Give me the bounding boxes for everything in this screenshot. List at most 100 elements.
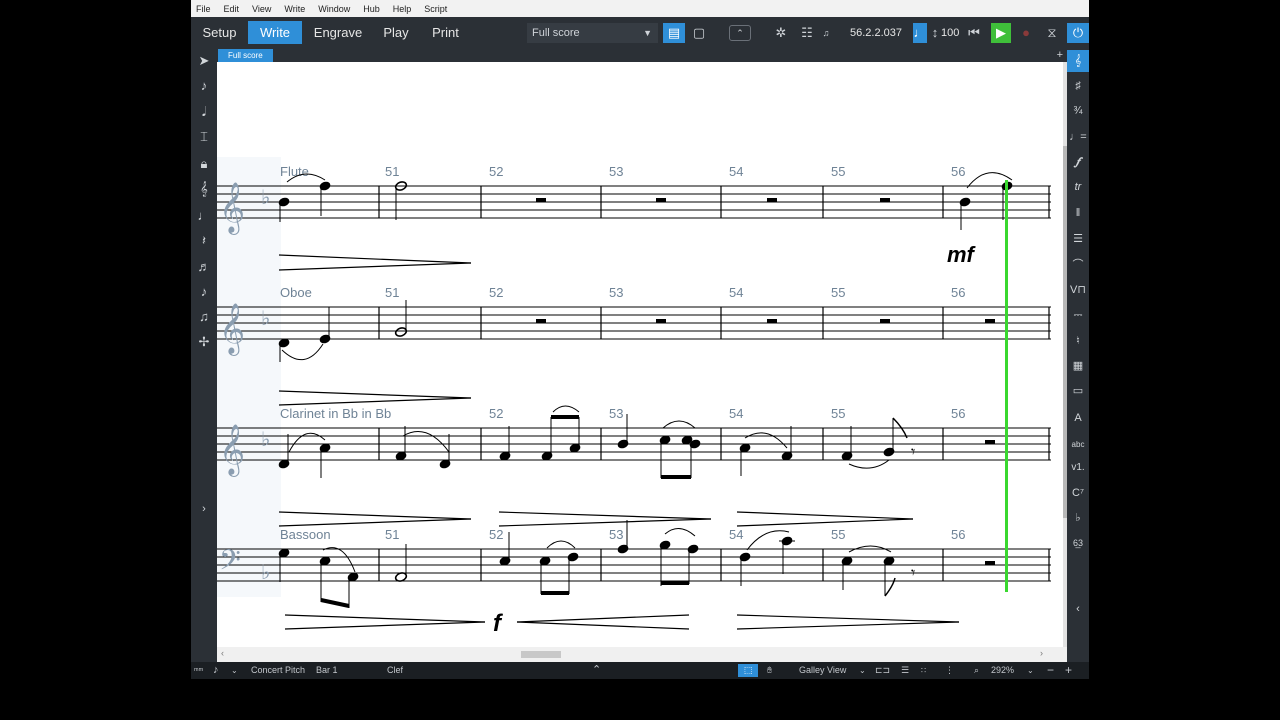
menu-file[interactable]: File [196, 4, 211, 14]
menu-script[interactable]: Script [424, 4, 447, 14]
horizontal-scrollbar[interactable]: ‹ › [217, 647, 1067, 662]
zoom-icon[interactable]: ⌕ [974, 662, 979, 679]
zoom-out-icon[interactable]: − [1047, 662, 1054, 679]
comment-icon[interactable]: ▭ [1067, 380, 1089, 402]
menu-write[interactable]: Write [284, 4, 305, 14]
midi-icon[interactable]: ♫ [819, 23, 833, 43]
power-icon[interactable]: ⏻ [1067, 23, 1089, 43]
collapse-toolbar-icon[interactable]: ⌃ [729, 25, 751, 41]
tuplet-icon[interactable]: ♬ [191, 256, 217, 278]
vertical-scroll-thumb[interactable] [1063, 146, 1067, 518]
grace-note-icon[interactable]: ♪ [191, 281, 217, 303]
zoom-value[interactable]: 292% [991, 662, 1014, 679]
tempo-value[interactable]: 100 [941, 23, 959, 43]
chevron-down-icon[interactable]: ⌄ [859, 662, 866, 679]
page-view-icon[interactable]: ▢ [689, 23, 709, 43]
layout-select[interactable]: Full score ▼ [527, 23, 658, 43]
expand-lower-zone-icon[interactable]: ⌃ [592, 662, 601, 679]
add-tab-icon[interactable]: + [1057, 48, 1063, 62]
note-icon[interactable]: ♩ [191, 205, 217, 227]
dynamic-mf[interactable]: mf [947, 242, 977, 267]
tempo-icon[interactable]: ♩= [1067, 126, 1089, 148]
scroll-left-icon[interactable]: ‹ [221, 648, 224, 658]
menu-help[interactable]: Help [393, 4, 412, 14]
collapse-panel-icon[interactable]: ‹ [1067, 598, 1089, 620]
dynamic-f[interactable]: f [493, 610, 503, 637]
menu-view[interactable]: View [252, 4, 271, 14]
key-signature-icon[interactable]: ♯ [1067, 75, 1089, 97]
vertical-scrollbar[interactable] [1063, 62, 1067, 647]
selection-tool-icon[interactable]: ⬚ [738, 664, 758, 677]
tempo-adjust-icon[interactable]: ↕ [929, 23, 941, 43]
dots-icon[interactable]: ∷ [921, 662, 926, 679]
time-signature-icon[interactable]: ¾ [1067, 100, 1089, 122]
voice-input-icon[interactable]: ♪ [191, 75, 217, 97]
caret-mode-icon[interactable]: ᵐᵐ [194, 662, 203, 679]
score-view[interactable]: 𝄞 ♭ Flute 51 52 53 54 55 56 𝄞 ♭ Oboe 51 52 53 54 55 56 𝄞 ♭ C… [217, 62, 1063, 647]
lyrics-icon[interactable]: abc [1067, 434, 1089, 456]
menu-edit[interactable]: Edit [224, 4, 240, 14]
scroll-right-icon[interactable]: › [1040, 648, 1043, 658]
fingering-icon[interactable]: ♭ [1067, 507, 1089, 529]
oboe-notes[interactable] [278, 300, 995, 406]
chevron-down-icon[interactable]: ⌄ [231, 662, 238, 679]
select-arrow-icon[interactable]: ➤ [191, 50, 217, 72]
stem-icon[interactable]: ✢ [191, 331, 217, 353]
record-icon[interactable]: ● [1017, 23, 1035, 43]
slash-icon[interactable]: ♫ [191, 306, 217, 328]
chevron-down-icon[interactable]: ⌄ [1027, 662, 1034, 679]
menu-window[interactable]: Window [318, 4, 350, 14]
ornaments-icon[interactable]: tr [1067, 176, 1089, 198]
mixer-wheel-icon[interactable]: ✲ [771, 23, 791, 43]
chord-icon[interactable]: 𝄞 [191, 178, 217, 200]
mode-engrave[interactable]: Engrave [308, 21, 368, 44]
mixer-icon[interactable]: ☷ [797, 23, 817, 43]
grid-icon[interactable]: ⋮ [945, 662, 954, 679]
expand-panel-icon[interactable]: › [191, 498, 217, 520]
layout-icon[interactable]: ☰ [901, 662, 909, 679]
mode-write[interactable]: Write [248, 21, 302, 44]
tab-full-score[interactable]: Full score [218, 49, 273, 62]
metronome-icon[interactable]: ⧖ [1043, 23, 1061, 43]
jump-icon[interactable]: ▦ [1067, 355, 1089, 377]
playing-techniques-icon[interactable]: V⊓ [1067, 279, 1089, 301]
treble-clef: 𝄞 [219, 183, 245, 235]
mode-print[interactable]: Print [423, 21, 468, 44]
holds-icon[interactable]: ⌒ [1067, 254, 1089, 276]
lock-icon[interactable]: 🔒︎ [191, 153, 217, 175]
dynamics-icon[interactable]: 𝆑 [1067, 151, 1089, 173]
rewind-icon[interactable]: ⏮ [965, 23, 983, 43]
figured-bass-icon[interactable]: C⁷ [1067, 482, 1089, 504]
menu-hub[interactable]: Hub [363, 4, 380, 14]
play-button-icon[interactable]: ▶ [991, 23, 1011, 43]
text-icon[interactable]: A [1067, 407, 1089, 429]
instrument-name[interactable]: Oboe [280, 285, 312, 300]
concert-pitch-label[interactable]: Concert Pitch [251, 662, 305, 679]
note-duration-icon[interactable]: ♪ [213, 662, 219, 679]
repeat-icon[interactable]: ☰ [1067, 228, 1089, 250]
zoom-in-icon[interactable]: + [1065, 662, 1072, 679]
mode-play[interactable]: Play [377, 21, 415, 44]
galley-toggle-icon[interactable]: ▤ [663, 23, 685, 43]
figured-bass-numbers-icon[interactable]: 6̲3 [1067, 532, 1089, 554]
key-signature-flat: ♭ [261, 308, 270, 330]
rest-icon[interactable]: 𝄽 [191, 230, 217, 252]
insert-icon[interactable]: ⌶ [191, 126, 217, 148]
lines-icon[interactable]: ⎓ [1067, 304, 1089, 326]
spacing-icon[interactable]: ⊏⊐ [875, 662, 890, 679]
view-type-label[interactable]: Galley View [799, 662, 846, 679]
audio-icon[interactable]: ♮ [1067, 330, 1089, 352]
hand-tool-icon[interactable]: ✋︎ [767, 662, 772, 679]
instrument-name[interactable]: Clarinet in Bb in Bb [280, 406, 391, 421]
clarinet-notes[interactable]: 𝄾 [278, 405, 995, 527]
clef-icon[interactable]: 𝄞 [1067, 50, 1089, 72]
tempo-note-icon[interactable]: ♩ [913, 23, 927, 43]
mode-setup[interactable]: Setup [196, 21, 243, 44]
bars-icon[interactable]: ‖ [1067, 202, 1089, 224]
note-input-icon[interactable]: 𝅘𝅥 [191, 101, 217, 123]
chord-symbol-icon[interactable]: v1. [1067, 457, 1089, 479]
flute-notes[interactable] [278, 172, 1013, 271]
horizontal-scroll-thumb[interactable] [521, 651, 561, 658]
score-canvas[interactable]: 𝄞 ♭Flute 51 52 53 54 55 56𝄞 ♭Oboe 51 52 53 54 55 56𝄞 ♭C… [217, 62, 1063, 647]
instrument-name[interactable]: Bassoon [280, 527, 331, 542]
